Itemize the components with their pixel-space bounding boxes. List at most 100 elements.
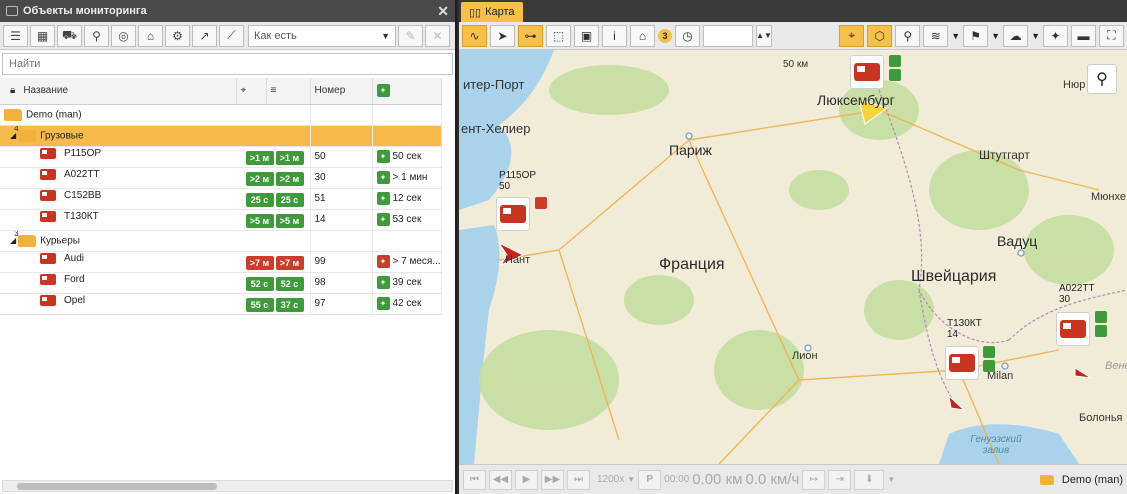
group-row[interactable]: ◢ 3 Курьеры (0, 230, 442, 252)
satellite-icon (889, 69, 901, 81)
clock-icon[interactable]: ◷ (675, 24, 700, 47)
city-label: Вадуц (997, 233, 1038, 249)
route-icon[interactable]: ⟋ (219, 24, 244, 47)
parking-icon[interactable]: P (638, 469, 662, 490)
data-badge: >5 м (275, 214, 304, 228)
speed-select[interactable]: 1200x (597, 474, 624, 485)
layers-icon[interactable]: ≋ (923, 24, 949, 47)
table-icon[interactable]: ▦ (30, 24, 55, 47)
truck-icon (854, 63, 880, 81)
forward-icon[interactable]: ▶▶ (541, 469, 564, 490)
gps-badge: 25 с (245, 193, 274, 207)
locate-icon[interactable]: ⌖ (839, 24, 865, 47)
weather-icon[interactable]: ☁ (1003, 24, 1029, 47)
panel-toolbar: ☰ ▦ ⛟ ⚲ ◎ ⌂ ⚙ ↗ ⟋ Как есть ▼ ✎ ✕ (0, 22, 455, 50)
column-number[interactable]: Номер (310, 78, 373, 105)
clear-icon[interactable]: ✕ (425, 24, 450, 47)
track-icon[interactable]: ∿ (462, 24, 487, 47)
city-label: Болонья (1079, 412, 1123, 424)
map-unit-label: А022ТТ 30 (1059, 283, 1095, 305)
map-tabs: ▯▯ Карта (459, 0, 1127, 22)
time-input[interactable] (703, 24, 753, 47)
key-icon (535, 197, 547, 209)
list-icon[interactable]: ☰ (3, 24, 28, 47)
table-row[interactable]: Ford 52 с 52 с 98 ✦ 39 сек (0, 272, 442, 294)
satellite-icon: ✦ (376, 150, 390, 163)
map-unit-marker[interactable] (496, 197, 530, 231)
satellite-icon (1095, 325, 1107, 337)
city-label: Нант (505, 254, 531, 266)
traffic-icon[interactable]: ⚑ (963, 24, 989, 47)
mode-select-value: Как есть (254, 29, 297, 42)
select-area-icon[interactable]: ⬚ (546, 24, 571, 47)
export-icon[interactable]: ↗ (192, 24, 217, 47)
step-forward-icon[interactable]: ↦ (802, 469, 826, 490)
map-unit-marker[interactable] (945, 346, 979, 380)
city-label: Париж (669, 142, 712, 158)
chevron-down-icon[interactable]: ▼ (991, 31, 1000, 41)
truck-icon[interactable]: ⛟ (57, 24, 82, 47)
fullscreen-icon[interactable]: ⛶ (1099, 24, 1124, 47)
data-badge: >2 м (275, 172, 304, 186)
play-icon[interactable]: ▶ (515, 469, 538, 490)
search-input[interactable] (9, 58, 446, 70)
units-table: 🔒︎ Название ⌖ ≡ Номер ✦ Demo (man) ◢ 4 Грузо… (0, 78, 442, 315)
gps-badge: >1 м (245, 151, 274, 165)
mode-select[interactable]: Как есть ▼ (248, 24, 396, 47)
skip-end-icon[interactable]: ⏭ (567, 469, 590, 490)
chevron-down-icon[interactable]: ▼ (951, 31, 960, 41)
database-icon: ≡ (270, 85, 277, 97)
table-row[interactable]: Audi >7 м >7 м 99 ✦ > 7 меся... (0, 251, 442, 273)
navigate-icon[interactable]: ➤ (490, 24, 515, 47)
geozone-icon[interactable]: ⬡ (867, 24, 893, 47)
hide-icon[interactable]: ◎ (111, 24, 136, 47)
chevron-down-icon: ▼ (887, 475, 896, 484)
horizontal-scrollbar[interactable] (2, 480, 453, 492)
geofence-icon[interactable]: ⚲ (84, 24, 109, 47)
map-view[interactable]: итер-Порт ент-Хелиер 50 км Люксембург Ню… (459, 50, 1127, 464)
chevron-down-icon[interactable]: ▼ (1031, 31, 1040, 41)
step-end-icon[interactable]: ⇥ (828, 469, 852, 490)
image-icon[interactable]: ▣ (574, 24, 599, 47)
tag-icon[interactable]: ⌂ (630, 24, 655, 47)
city-label: ент-Хелиер (461, 121, 531, 136)
truck-icon (40, 211, 56, 222)
skip-start-icon[interactable]: ⏮ (463, 469, 486, 490)
map-search-icon[interactable]: ⚲ (1087, 64, 1117, 94)
download-icon[interactable]: ⬇ (854, 469, 885, 490)
group-row[interactable]: ◢ 4 Грузовые (0, 125, 442, 147)
tab-map[interactable]: ▯▯ Карта (461, 2, 523, 22)
group-row[interactable]: Demo (man) (0, 104, 442, 126)
column-db[interactable]: ≡ (266, 78, 311, 105)
sea-label: Генуэзский залив (970, 434, 1022, 456)
edit-icon[interactable]: ✎ (398, 24, 423, 47)
satellite-icon[interactable]: ✦ (1043, 24, 1068, 47)
gear-icon[interactable]: ⚙ (165, 24, 190, 47)
column-connection[interactable]: ✦ (372, 78, 442, 105)
group-selector-label: Demo (man) (1061, 473, 1123, 486)
pin-icon[interactable]: ⚲ (895, 24, 921, 47)
graph-icon[interactable]: ⊶ (518, 24, 543, 47)
scroll-thumb[interactable] (17, 483, 217, 490)
table-row[interactable]: Т130КТ >5 м >5 м 14 ✦ 53 сек (0, 209, 442, 231)
info-icon[interactable]: i (602, 24, 627, 47)
column-name[interactable]: 🔒︎ Название (0, 78, 237, 105)
column-gps[interactable]: ⌖ (236, 78, 267, 105)
table-row[interactable]: А022ТТ >2 м >2 м 30 ✦ > 1 мин (0, 167, 442, 189)
group-selector[interactable]: Demo (man) (1039, 473, 1123, 486)
ruler-icon[interactable]: ▬ (1071, 24, 1096, 47)
table-row[interactable]: С152ВВ 25 с 25 с 51 ✦ 12 сек (0, 188, 442, 210)
tag-icon[interactable]: ⌂ (138, 24, 163, 47)
player-distance: 0.00 км (692, 471, 743, 488)
table-row[interactable]: Р115ОР >1 м >1 м 50 ✦ 50 сек (0, 146, 442, 168)
rewind-icon[interactable]: ◀◀ (489, 469, 512, 490)
country-label: Франция (659, 256, 725, 273)
close-icon[interactable]: ✕ (437, 3, 449, 20)
satellite-icon (983, 360, 995, 372)
table-row[interactable]: Opel 55 с 37 с 97 ✦ 42 сек (0, 293, 442, 315)
data-badge: 25 с (275, 193, 304, 207)
map-panel: ▯▯ Карта ∿ ➤ ⊶ ⬚ ▣ i ⌂ 3 ◷ ▲▼ ⌖ ⬡ ⚲ ≋ ▼ ⚑… (459, 0, 1127, 494)
map-unit-marker[interactable] (1056, 312, 1090, 346)
stepper-icon[interactable]: ▲▼ (756, 24, 772, 47)
map-unit-marker[interactable] (850, 55, 884, 89)
